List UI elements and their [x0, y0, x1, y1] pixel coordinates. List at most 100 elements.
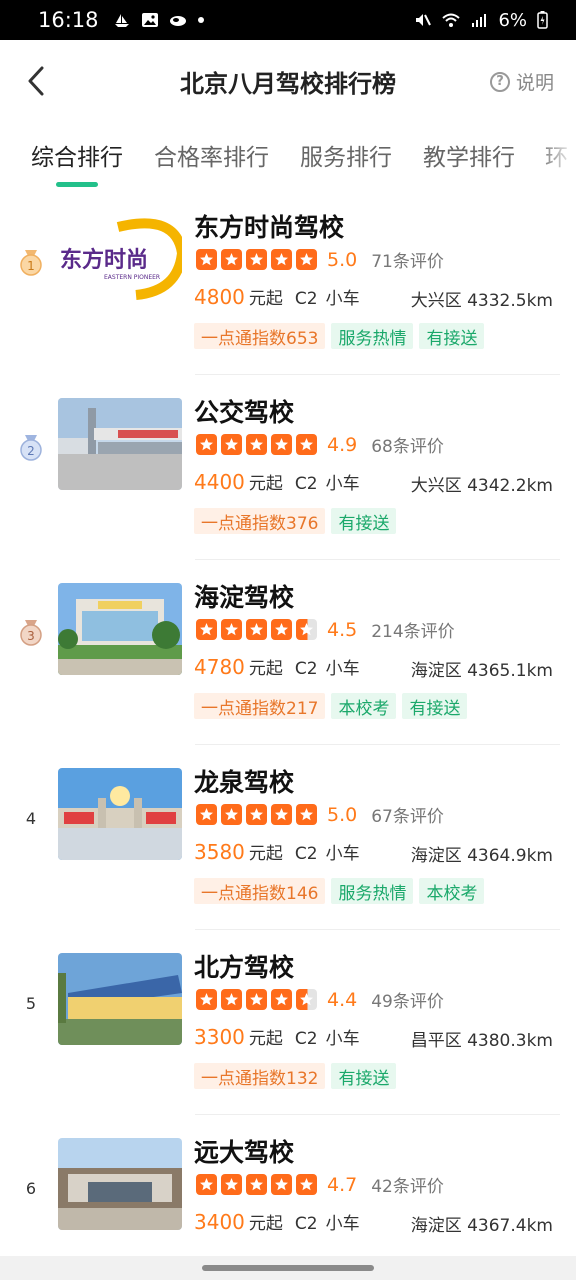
price-unit: 元起: [248, 474, 283, 494]
school-name: 东方时尚驾校: [194, 213, 345, 242]
back-arrow-icon[interactable]: [22, 62, 52, 100]
star-icon: [221, 989, 242, 1010]
price-info: 3400 元起 C2 小车: [194, 1209, 360, 1234]
index-tag: 一点通指数653: [194, 323, 326, 349]
rating-score: 5.0: [327, 803, 358, 826]
star-icon: [221, 804, 242, 825]
ranking-tabs: 综合排行 合格率排行 服务排行 教学排行 环: [0, 125, 576, 193]
list-item[interactable]: 5 北方驾校 4.4 49条评价 3300 元起 C2 小车 昌平区 4380.…: [0, 930, 576, 1115]
price-info: 3300 元起 C2 小车: [194, 1024, 360, 1049]
rank-badge: 2: [18, 433, 44, 463]
index-tag: 一点通指数376: [194, 508, 326, 534]
list-item[interactable]: 1 东方时尚 EASTERN PIONEER 东方时尚驾校 5.0 71条评价 …: [0, 190, 576, 375]
school-name: 海淀驾校: [194, 583, 295, 612]
star-icon: [271, 804, 292, 825]
school-thumbnail: [58, 1138, 182, 1230]
feature-tag: 有接送: [419, 323, 485, 349]
signal-icon: [472, 14, 487, 27]
license-type: C2: [294, 289, 318, 309]
tag-list: 一点通指数653 服务热情 有接送: [194, 323, 485, 349]
star-icon: [221, 619, 242, 640]
star-icon: [296, 249, 317, 270]
list-item[interactable]: 3 海淀驾校 4.5 214条评价 4780 元起 C2 小车 海淀区 4365…: [0, 560, 576, 745]
star-icon: [246, 249, 267, 270]
tab-pass-rate[interactable]: 合格率排行: [154, 138, 269, 172]
feature-tag: 服务热情: [331, 878, 414, 904]
rank-badge: 3: [18, 618, 44, 648]
index-tag: 一点通指数146: [194, 878, 326, 904]
price-info: 4800 元起 C2 小车: [194, 284, 360, 309]
rank-number: 6: [25, 1178, 37, 1198]
review-count: 68条评价: [371, 437, 444, 457]
school-name: 公交驾校: [194, 398, 295, 427]
cloud-icon: [169, 16, 186, 26]
school-thumbnail: [58, 768, 182, 860]
star-icon: [296, 434, 317, 455]
school-name: 远大驾校: [194, 1138, 295, 1167]
vehicle-type: 小车: [325, 659, 360, 679]
home-indicator[interactable]: [202, 1265, 374, 1271]
dot-icon: [197, 17, 204, 23]
star-icon: [271, 249, 292, 270]
location-distance: 海淀区 4367.4km: [410, 1216, 553, 1236]
star-icon: [271, 434, 292, 455]
half-star-icon: [296, 619, 317, 640]
help-button[interactable]: ? 说明: [489, 68, 554, 95]
price: 3580: [194, 840, 245, 864]
question-mark-icon: ?: [489, 71, 510, 92]
license-type: C2: [294, 474, 318, 494]
index-tag: 一点通指数132: [194, 1063, 326, 1089]
license-type: C2: [294, 1029, 318, 1049]
rating-score: 5.0: [327, 248, 358, 271]
mute-icon: [416, 14, 432, 26]
license-type: C2: [294, 1214, 318, 1234]
tab-service[interactable]: 服务排行: [300, 138, 392, 172]
status-bar: 16:18 6%: [0, 0, 576, 40]
price: 4800: [194, 285, 245, 309]
price-unit: 元起: [248, 1214, 283, 1234]
battery-percent: 6%: [498, 9, 527, 31]
price-unit: 元起: [248, 659, 283, 679]
rank-number: 5: [25, 993, 37, 1013]
star-icon: [246, 1174, 267, 1195]
vehicle-type: 小车: [325, 1214, 360, 1234]
rating: 4.5 214条评价: [196, 617, 455, 642]
location-distance: 大兴区 4332.5km: [410, 291, 553, 311]
review-count: 214条评价: [371, 622, 455, 642]
price: 3400: [194, 1210, 245, 1234]
location-distance: 大兴区 4342.2km: [410, 476, 553, 496]
tab-overall[interactable]: 综合排行: [31, 138, 123, 172]
header: 北京八月驾校排行榜 ? 说明: [0, 40, 576, 122]
price-unit: 元起: [248, 844, 283, 864]
license-type: C2: [294, 844, 318, 864]
star-icon: [246, 434, 267, 455]
review-count: 71条评价: [371, 252, 444, 272]
star-icon: [246, 804, 267, 825]
rating: 5.0 71条评价: [196, 247, 444, 272]
star-icon: [221, 1174, 242, 1195]
price-unit: 元起: [248, 1029, 283, 1049]
price-unit: 元起: [248, 289, 283, 309]
star-icon: [196, 249, 217, 270]
location-distance: 海淀区 4364.9km: [410, 846, 553, 866]
rating-score: 4.7: [327, 1173, 358, 1196]
license-type: C2: [294, 659, 318, 679]
active-tab-indicator: [56, 182, 98, 187]
tag-list: 一点通指数146 服务热情 本校考: [194, 878, 485, 904]
help-label: 说明: [515, 72, 554, 94]
feature-tag: 本校考: [419, 878, 485, 904]
star-icon: [296, 804, 317, 825]
rating: 4.4 49条评价: [196, 987, 444, 1012]
list-item[interactable]: 4 龙泉驾校 5.0 67条评价 3580 元起 C2 小车 海淀区 4364.…: [0, 745, 576, 930]
page-title: 北京八月驾校排行榜: [180, 69, 396, 98]
price: 4400: [194, 470, 245, 494]
tag-list: 一点通指数132 有接送: [194, 1063, 397, 1089]
tab-teaching[interactable]: 教学排行: [423, 138, 515, 172]
school-list: 1 东方时尚 EASTERN PIONEER 东方时尚驾校 5.0 71条评价 …: [0, 190, 576, 1280]
rating: 4.9 68条评价: [196, 432, 444, 457]
star-icon: [196, 619, 217, 640]
bronze-medal-icon: 3: [20, 620, 42, 646]
vehicle-type: 小车: [325, 844, 360, 864]
list-item[interactable]: 2 公交驾校 4.9 68条评价 4400 元起 C2 小车 大兴区 4342.…: [0, 375, 576, 560]
star-icon: [271, 1174, 292, 1195]
